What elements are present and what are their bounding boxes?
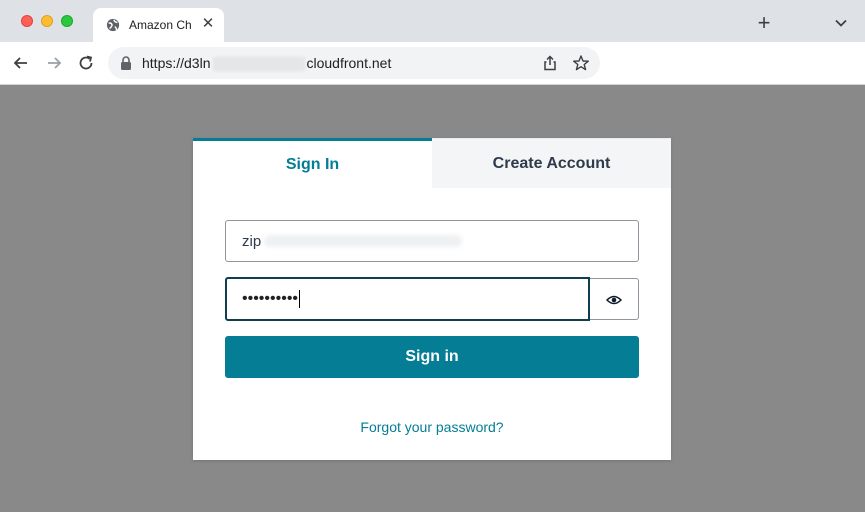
browser-toolbar: https://d3ln cloudfront.net xyxy=(0,42,865,85)
text-caret xyxy=(299,290,301,308)
sign-in-button[interactable]: Sign in xyxy=(225,336,639,378)
url-prefix: https://d3ln xyxy=(142,55,211,71)
close-window-button[interactable] xyxy=(21,15,33,27)
eye-icon xyxy=(606,295,622,305)
browser-titlebar: Amazon Ch ✕ + xyxy=(0,0,865,42)
chevron-down-icon[interactable] xyxy=(832,14,850,32)
username-value: zip xyxy=(242,233,262,250)
redacted-username xyxy=(264,235,462,247)
globe-icon xyxy=(106,18,120,32)
tab-create-account[interactable]: Create Account xyxy=(432,138,671,188)
browser-tab[interactable]: Amazon Ch ✕ xyxy=(93,8,224,42)
address-bar[interactable]: https://d3ln cloudfront.net xyxy=(108,47,600,79)
password-mask: •••••••••• xyxy=(242,290,299,308)
back-arrow-icon[interactable] xyxy=(11,53,31,73)
show-password-button[interactable] xyxy=(590,278,639,320)
username-field[interactable]: zip xyxy=(225,220,639,262)
lock-icon[interactable] xyxy=(120,56,132,70)
tab-title: Amazon Ch xyxy=(129,18,192,32)
auth-card: Sign In Create Account zip •••••••••• Si… xyxy=(193,138,671,460)
tab-sign-in[interactable]: Sign In xyxy=(193,138,432,188)
star-icon[interactable] xyxy=(572,54,590,72)
share-icon[interactable] xyxy=(542,55,558,71)
close-icon[interactable]: ✕ xyxy=(201,16,215,31)
forgot-password-link[interactable]: Forgot your password? xyxy=(193,419,671,435)
page-overlay: Sign In Create Account zip •••••••••• Si… xyxy=(0,85,865,512)
reload-icon[interactable] xyxy=(76,53,96,73)
url-suffix: cloudfront.net xyxy=(306,55,392,71)
plus-icon[interactable]: + xyxy=(754,12,774,34)
password-value: •••••••••• xyxy=(242,290,301,308)
url-text[interactable]: https://d3ln cloudfront.net xyxy=(142,55,392,72)
maximize-window-button[interactable] xyxy=(61,15,73,27)
password-field[interactable]: •••••••••• xyxy=(225,277,590,321)
minimize-window-button[interactable] xyxy=(41,15,53,27)
redacted-url-segment xyxy=(212,57,305,72)
forward-arrow-icon[interactable] xyxy=(44,53,64,73)
